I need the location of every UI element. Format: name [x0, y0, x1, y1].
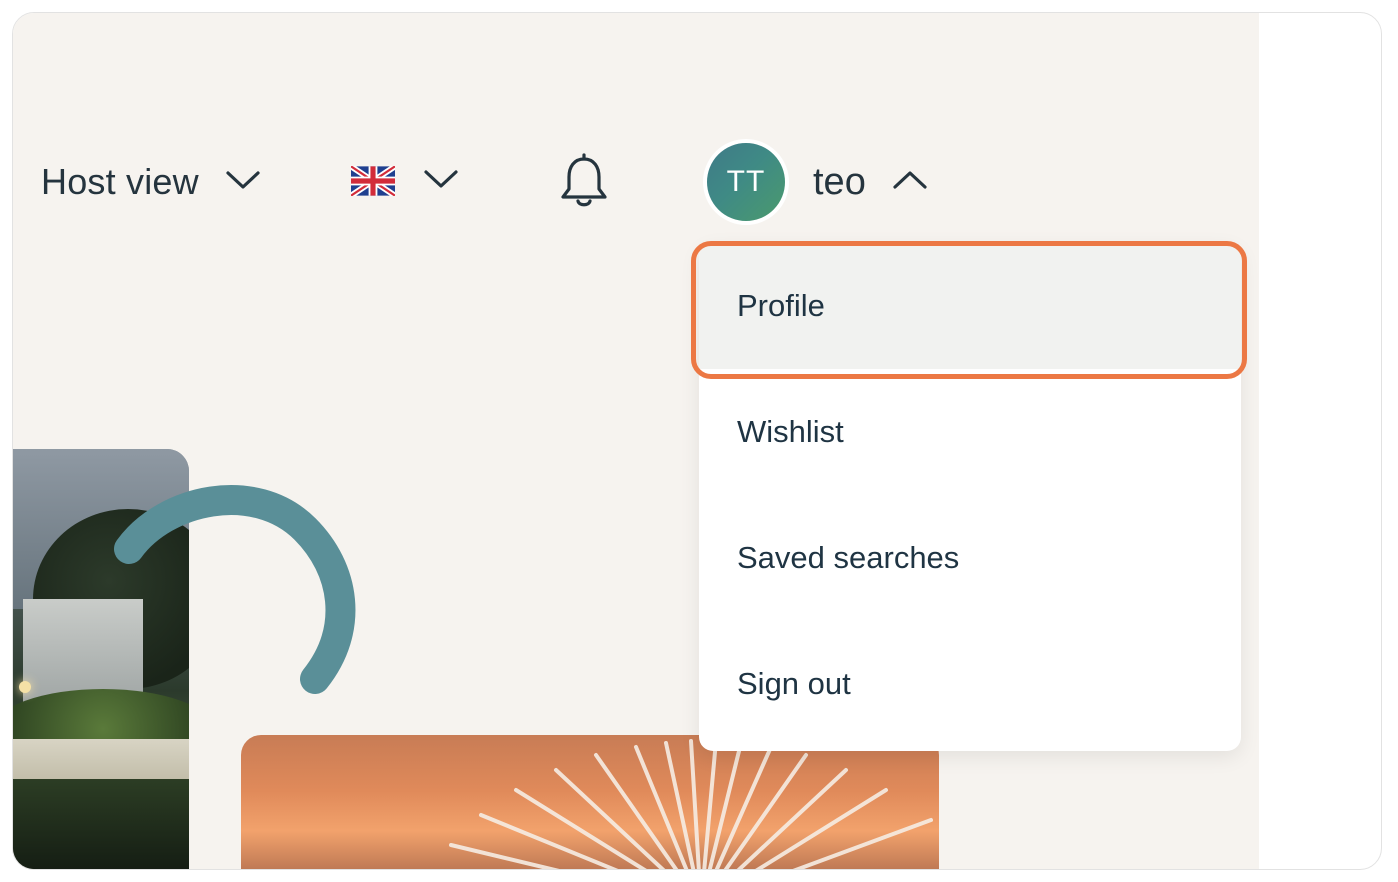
decorative-arc [114, 485, 356, 694]
menu-item-label: Profile [737, 288, 825, 323]
menu-item-label: Saved searches [737, 540, 960, 575]
menu-item-sign-out[interactable]: Sign out [699, 621, 1241, 747]
listing-photo-bottom[interactable] [241, 735, 939, 869]
bell-icon [561, 153, 607, 207]
user-menu-trigger[interactable]: TT teo [703, 137, 928, 227]
avatar: TT [703, 139, 789, 225]
language-selector[interactable] [351, 161, 459, 201]
chevron-down-icon [423, 168, 459, 195]
menu-item-label: Sign out [737, 666, 851, 701]
avatar-initials: TT [726, 165, 766, 198]
menu-item-profile[interactable]: Profile [699, 243, 1241, 369]
menu-item-wishlist[interactable]: Wishlist [699, 369, 1241, 495]
photo-sunburst [449, 739, 933, 869]
photo-lamp [19, 681, 31, 693]
host-view-label: Host view [41, 161, 199, 202]
page: Host view TT teo Profile Wishlist Saved … [13, 13, 1259, 869]
menu-item-saved-searches[interactable]: Saved searches [699, 495, 1241, 621]
screenshot-frame: Host view TT teo Profile Wishlist Saved … [12, 12, 1382, 870]
chevron-up-icon [892, 169, 928, 196]
photo-plants [13, 779, 189, 869]
chevron-down-icon [225, 169, 261, 196]
notifications-button[interactable] [558, 153, 610, 213]
uk-flag-icon [351, 166, 395, 196]
user-dropdown-menu: Profile Wishlist Saved searches Sign out [699, 243, 1241, 751]
user-name: teo [813, 160, 866, 203]
host-view-dropdown[interactable]: Host view [41, 159, 261, 205]
menu-item-label: Wishlist [737, 414, 844, 449]
